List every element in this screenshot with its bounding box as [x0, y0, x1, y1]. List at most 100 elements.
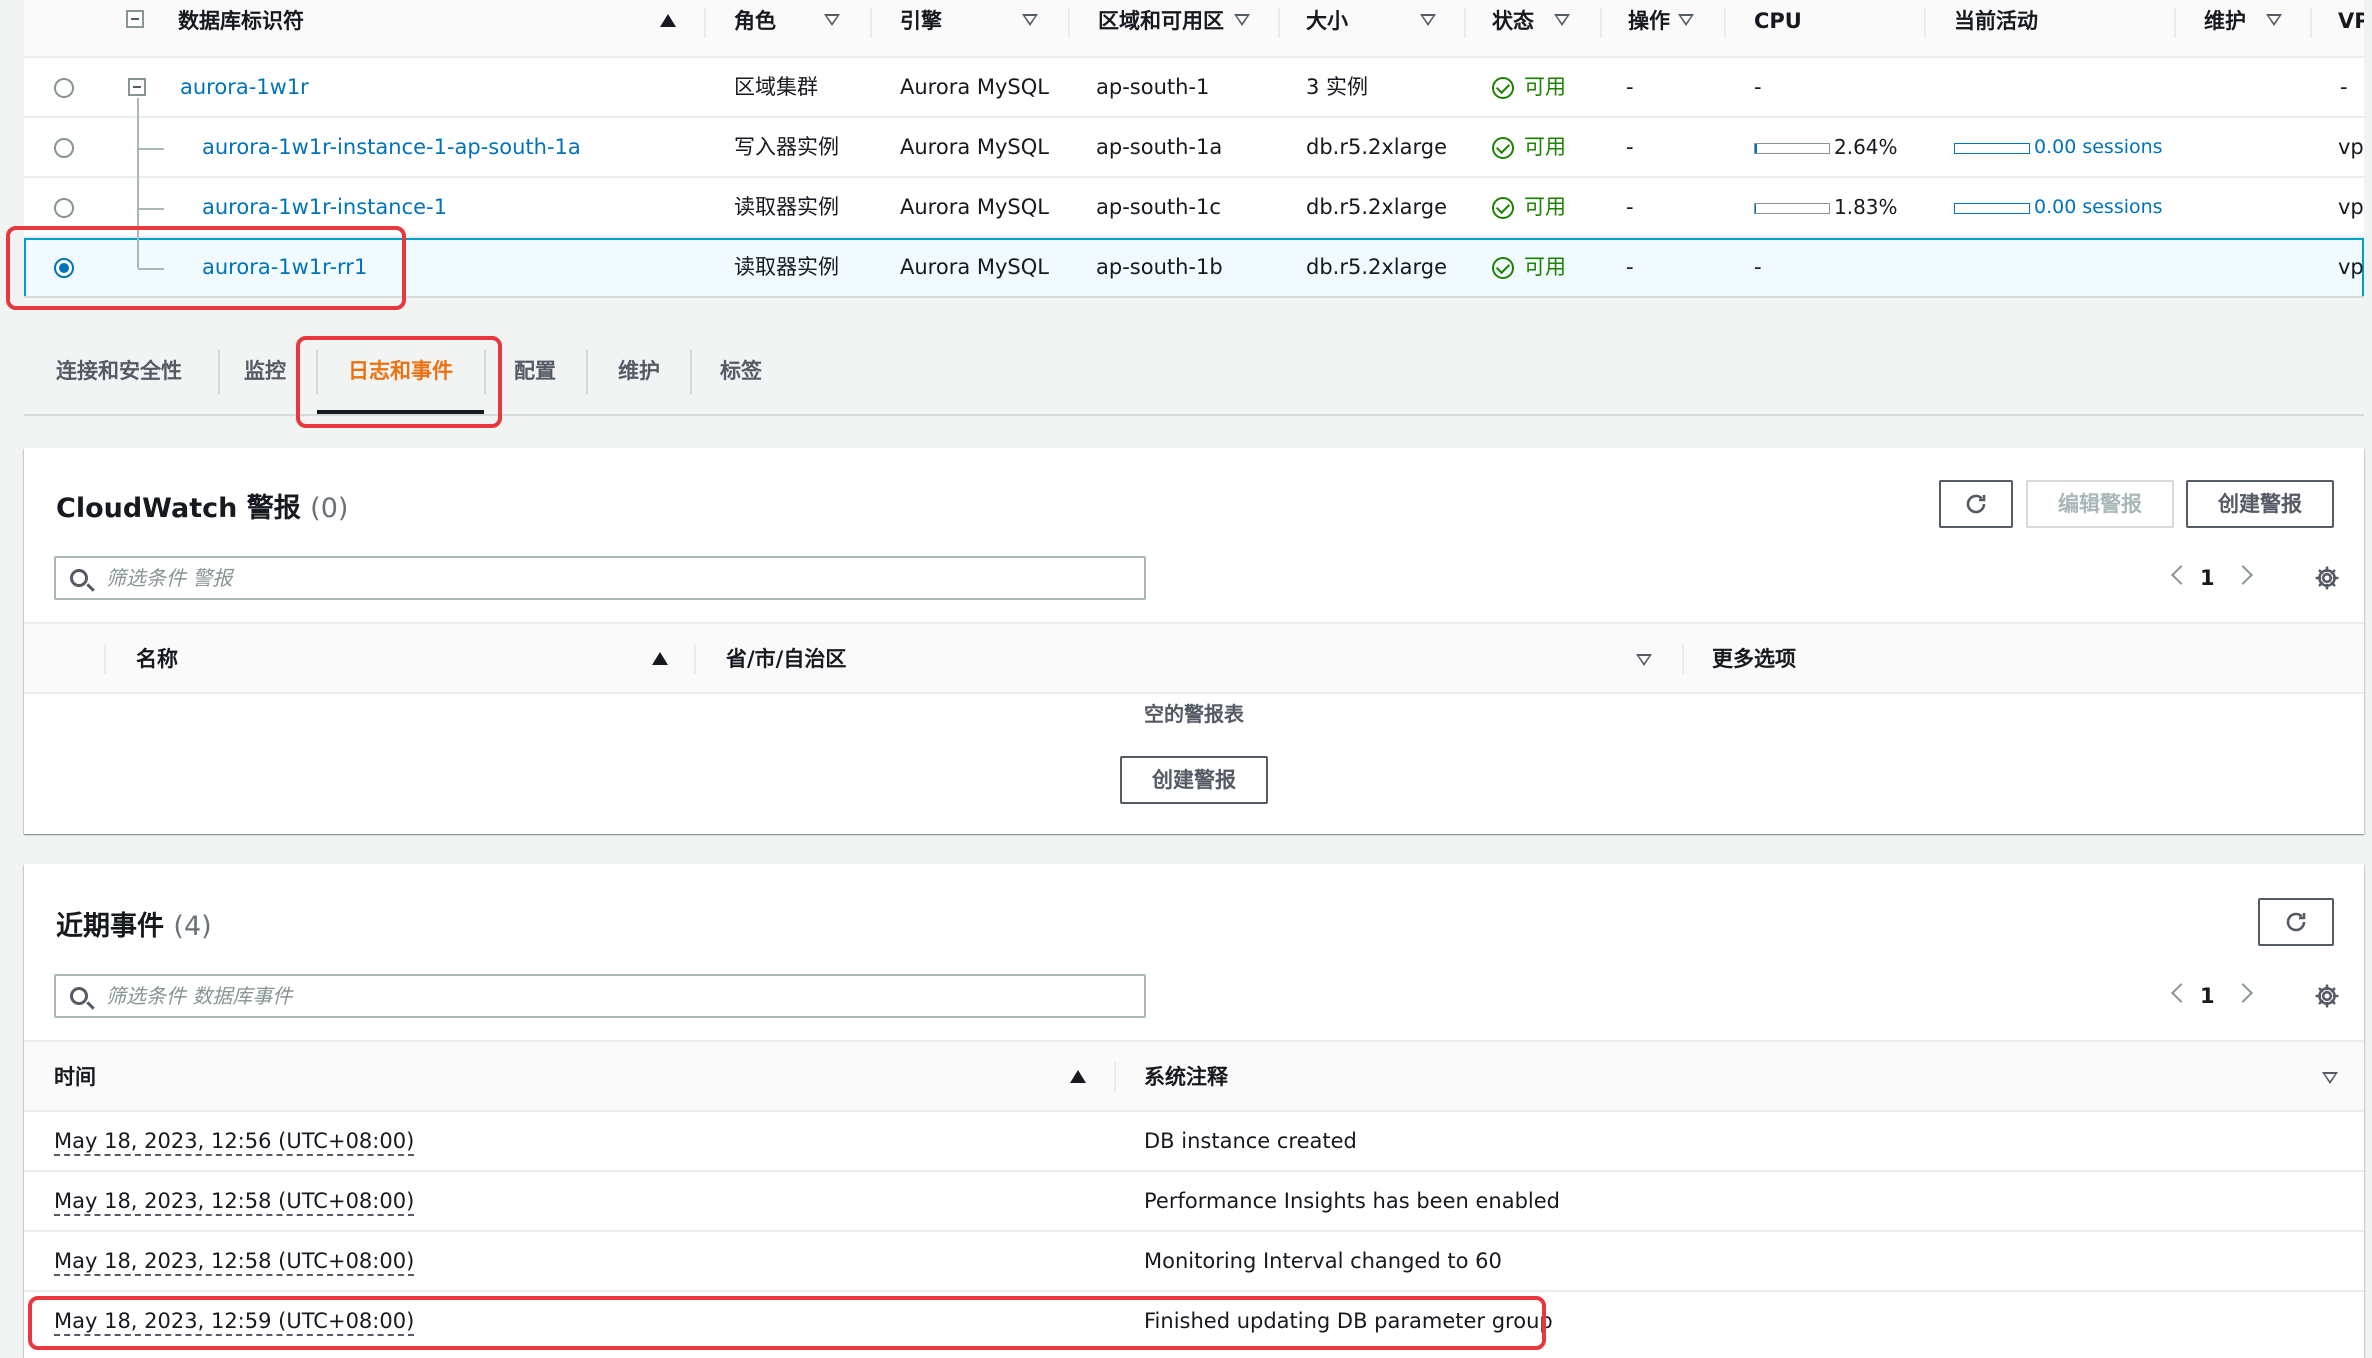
column-header-region[interactable]: 区域和可用区: [1098, 0, 1224, 58]
table-row[interactable]: aurora-1w1r 区域集群 Aurora MySQL ap-south-1…: [24, 58, 2364, 118]
column-header-role[interactable]: 角色: [734, 0, 776, 58]
column-header-cpu[interactable]: CPU: [1754, 0, 1802, 58]
events-refresh-button[interactable]: [2258, 898, 2334, 946]
collapse-all-icon[interactable]: [126, 10, 144, 28]
column-header-activity[interactable]: 当前活动: [1954, 0, 2038, 58]
status-cell: 可用: [1524, 195, 1566, 219]
events-pagination: 1: [2150, 974, 2253, 1018]
role-cell: 读取器实例: [734, 195, 839, 219]
table-row-selected[interactable]: aurora-1w1r-rr1 读取器实例 Aurora MySQL ap-so…: [24, 238, 2364, 296]
tab-logs-events[interactable]: 日志和事件: [348, 330, 453, 412]
role-cell: 区域集群: [734, 75, 818, 99]
status-available-icon: [1492, 197, 1514, 219]
role-cell: 读取器实例: [734, 255, 839, 279]
sort-descending-icon[interactable]: [1678, 14, 1694, 26]
settings-icon[interactable]: [2314, 983, 2340, 1009]
db-instances-table: 数据库标识符 角色 引擎 区域和可用区 大小 状态 操作 CPU 当前活动 维护…: [24, 0, 2364, 298]
column-header-time[interactable]: 时间: [54, 1042, 96, 1112]
sort-ascending-icon[interactable]: [660, 14, 676, 27]
collapse-icon[interactable]: [128, 78, 146, 96]
chevron-right-icon[interactable]: [2233, 565, 2253, 585]
tab-maintenance[interactable]: 维护: [618, 330, 660, 412]
table-row[interactable]: aurora-1w1r-instance-1-ap-south-1a 写入器实例…: [24, 118, 2364, 178]
cpu-value: 1.83%: [1834, 195, 1898, 219]
sort-descending-icon[interactable]: [1554, 14, 1570, 26]
column-header-engine[interactable]: 引擎: [900, 0, 942, 58]
sort-descending-icon[interactable]: [2266, 14, 2282, 26]
vpc-cell: vpc: [2338, 195, 2364, 219]
cpu-cell: -: [1754, 75, 1762, 99]
detail-tabs: 连接和安全性 监控 日志和事件 配置 维护 标签: [24, 330, 2364, 416]
sort-ascending-icon[interactable]: [652, 652, 668, 665]
cpu-bar: [1754, 203, 1830, 214]
tab-tags[interactable]: 标签: [720, 330, 762, 412]
column-header-maintenance[interactable]: 维护: [2204, 0, 2246, 58]
column-header-name[interactable]: 名称: [136, 624, 178, 694]
chevron-right-icon[interactable]: [2233, 983, 2253, 1003]
status-available-icon: [1492, 137, 1514, 159]
vpc-cell: vpc: [2338, 135, 2364, 159]
page-number[interactable]: 1: [2200, 556, 2215, 600]
sort-descending-icon[interactable]: [1420, 14, 1436, 26]
events-search-field[interactable]: [54, 974, 1146, 1018]
page-number[interactable]: 1: [2200, 974, 2215, 1018]
status-cell: 可用: [1524, 255, 1566, 279]
sort-descending-icon[interactable]: [1234, 14, 1250, 26]
table-row: May 18, 2023, 12:59 (UTC+08:00) Finished…: [24, 1292, 2364, 1352]
events-search-input[interactable]: [106, 980, 1126, 1012]
event-note: Finished updating DB parameter group: [1144, 1309, 1553, 1333]
table-row[interactable]: aurora-1w1r-instance-1 读取器实例 Aurora MySQ…: [24, 178, 2364, 238]
db-identifier-link[interactable]: aurora-1w1r-instance-1: [202, 178, 447, 236]
active-tab-indicator: [317, 410, 484, 414]
tab-monitoring[interactable]: 监控: [244, 330, 286, 412]
event-time[interactable]: May 18, 2023, 12:58 (UTC+08:00): [54, 1232, 415, 1290]
tab-connectivity-security[interactable]: 连接和安全性: [56, 330, 182, 412]
actions-cell: -: [1626, 135, 1634, 159]
event-note: Performance Insights has been enabled: [1144, 1189, 1560, 1213]
alarms-title: CloudWatch 警报 (0): [56, 493, 349, 524]
column-header-region[interactable]: 省/市/自治区: [726, 624, 846, 694]
db-identifier-link[interactable]: aurora-1w1r-instance-1-ap-south-1a: [202, 118, 581, 176]
chevron-left-icon[interactable]: [2171, 983, 2191, 1003]
table-header: 数据库标识符 角色 引擎 区域和可用区 大小 状态 操作 CPU 当前活动 维护…: [24, 0, 2364, 58]
activity-bar: [1954, 203, 2030, 214]
column-header-size[interactable]: 大小: [1306, 0, 1348, 58]
event-time[interactable]: May 18, 2023, 12:58 (UTC+08:00): [54, 1172, 415, 1230]
alarms-search-input[interactable]: [106, 562, 1126, 594]
column-header-status[interactable]: 状态: [1492, 0, 1534, 58]
alarms-refresh-button[interactable]: [1939, 480, 2013, 528]
column-header-identifier[interactable]: 数据库标识符: [178, 0, 304, 58]
row-radio[interactable]: [54, 78, 74, 98]
row-radio-selected[interactable]: [54, 258, 74, 278]
column-header-system-note[interactable]: 系统注释: [1144, 1042, 1228, 1112]
status-cell: 可用: [1524, 75, 1566, 99]
tab-configuration[interactable]: 配置: [514, 330, 556, 412]
empty-create-alarm-button[interactable]: 创建警报: [1120, 756, 1268, 804]
sort-ascending-icon[interactable]: [1070, 1070, 1086, 1083]
activity-link[interactable]: 0.00 sessions: [2034, 118, 2163, 176]
row-radio[interactable]: [54, 138, 74, 158]
row-radio[interactable]: [54, 198, 74, 218]
column-header-more-options[interactable]: 更多选项: [1712, 624, 1796, 694]
db-identifier-link[interactable]: aurora-1w1r-rr1: [202, 238, 367, 296]
column-header-vpc[interactable]: VP: [2338, 0, 2364, 58]
sort-descending-icon[interactable]: [1022, 14, 1038, 26]
vpc-cell: vpc: [2338, 255, 2364, 279]
create-alarm-button[interactable]: 创建警报: [2186, 480, 2334, 528]
db-identifier-link[interactable]: aurora-1w1r: [180, 58, 309, 116]
actions-cell: -: [1626, 195, 1634, 219]
settings-icon[interactable]: [2314, 565, 2340, 591]
event-time[interactable]: May 18, 2023, 12:56 (UTC+08:00): [54, 1112, 415, 1170]
region-cell: ap-south-1: [1096, 75, 1210, 99]
event-time[interactable]: May 18, 2023, 12:59 (UTC+08:00): [54, 1292, 415, 1350]
column-header-actions[interactable]: 操作: [1628, 0, 1670, 58]
sort-descending-icon[interactable]: [2322, 1072, 2338, 1084]
alarms-search-field[interactable]: [54, 556, 1146, 600]
chevron-left-icon[interactable]: [2171, 565, 2191, 585]
status-available-icon: [1492, 257, 1514, 279]
edit-alarm-button[interactable]: 编辑警报: [2026, 480, 2174, 528]
sort-descending-icon[interactable]: [824, 14, 840, 26]
activity-bar: [1954, 143, 2030, 154]
sort-descending-icon[interactable]: [1636, 654, 1652, 666]
activity-link[interactable]: 0.00 sessions: [2034, 178, 2163, 236]
